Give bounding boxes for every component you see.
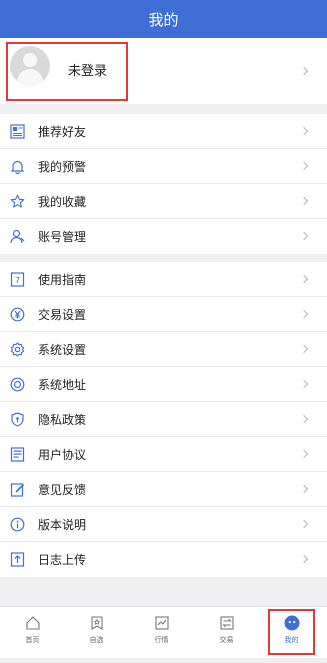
home-icon bbox=[25, 615, 41, 631]
menu-label: 交易设置 bbox=[38, 307, 87, 322]
yen-icon bbox=[10, 307, 25, 322]
info-icon bbox=[10, 517, 25, 532]
avatar bbox=[10, 46, 50, 86]
tab-trade[interactable]: 交易 bbox=[194, 607, 259, 659]
chevron-right-icon bbox=[299, 66, 309, 76]
menu-label: 隐私政策 bbox=[38, 412, 87, 427]
page-title: 我的 bbox=[148, 10, 179, 29]
menu-item-system-address[interactable]: 系统地址 bbox=[0, 367, 327, 402]
tab-home[interactable]: 首页 bbox=[0, 607, 65, 659]
chevron-right-icon bbox=[299, 519, 309, 529]
chevron-right-icon bbox=[299, 414, 309, 424]
upload-icon bbox=[10, 552, 25, 567]
tab-market[interactable]: 行情 bbox=[129, 607, 194, 659]
svg-text:7: 7 bbox=[15, 276, 20, 285]
menu-item-feedback[interactable]: 意见反馈 bbox=[0, 472, 327, 507]
chevron-right-icon bbox=[299, 274, 309, 284]
menu-label: 版本说明 bbox=[38, 517, 87, 532]
menu-label: 我的预警 bbox=[38, 159, 87, 174]
chart-icon bbox=[154, 615, 170, 631]
watchlist-icon bbox=[89, 615, 105, 631]
menu-label: 用户协议 bbox=[38, 447, 87, 462]
chevron-right-icon bbox=[299, 161, 309, 171]
menu-label: 推荐好友 bbox=[38, 124, 87, 139]
tab-watchlist[interactable]: 自选 bbox=[64, 607, 129, 659]
menu-item-trade-settings[interactable]: 交易设置 bbox=[0, 297, 327, 332]
menu-label: 意见反馈 bbox=[38, 482, 87, 497]
menu-item-log-upload[interactable]: 日志上传 bbox=[0, 542, 327, 577]
feedback-icon bbox=[10, 482, 25, 497]
menu-item-account-management[interactable]: 账号管理 bbox=[0, 219, 327, 254]
chevron-right-icon bbox=[299, 379, 309, 389]
menu-label: 我的收藏 bbox=[38, 194, 87, 209]
chevron-right-icon bbox=[299, 126, 309, 136]
tab-label: 行情 bbox=[154, 636, 169, 644]
chevron-right-icon bbox=[299, 309, 309, 319]
guide-icon: 7 bbox=[10, 271, 25, 287]
menu-item-my-favorites[interactable]: 我的收藏 bbox=[0, 184, 327, 219]
menu-item-my-alerts[interactable]: 我的预警 bbox=[0, 149, 327, 184]
login-status: 未登录 bbox=[68, 64, 108, 79]
chevron-right-icon bbox=[299, 554, 309, 564]
active-tab-highlight-box bbox=[268, 609, 315, 655]
recommend-icon bbox=[10, 123, 25, 139]
menu-group-2: 7 使用指南 交易设置 系统设置 系统地址 隐私政策 用户协议 意见反馈 版本说… bbox=[0, 262, 327, 577]
menu-item-recommend-friends[interactable]: 推荐好友 bbox=[0, 114, 327, 149]
star-icon bbox=[10, 194, 25, 209]
gear-icon bbox=[10, 341, 25, 357]
tab-label: 首页 bbox=[25, 636, 40, 644]
tab-label: 自选 bbox=[89, 636, 104, 644]
title-bar: 我的 bbox=[0, 0, 327, 38]
shield-icon bbox=[10, 411, 25, 427]
profile-row[interactable]: 未登录 bbox=[0, 38, 327, 104]
menu-group-1: 推荐好友 我的预警 我的收藏 账号管理 bbox=[0, 114, 327, 254]
chevron-right-icon bbox=[299, 449, 309, 459]
menu-label: 系统设置 bbox=[38, 342, 87, 357]
chevron-right-icon bbox=[299, 196, 309, 206]
tab-label: 交易 bbox=[219, 636, 234, 644]
menu-item-version-notes[interactable]: 版本说明 bbox=[0, 507, 327, 542]
chevron-right-icon bbox=[299, 344, 309, 354]
menu-item-user-guide[interactable]: 7 使用指南 bbox=[0, 262, 327, 297]
menu-item-privacy-policy[interactable]: 隐私政策 bbox=[0, 402, 327, 437]
chevron-right-icon bbox=[299, 231, 309, 241]
user-icon bbox=[10, 229, 25, 244]
target-icon bbox=[10, 377, 25, 392]
chevron-right-icon bbox=[299, 484, 309, 494]
agreement-icon bbox=[10, 446, 25, 462]
menu-label: 日志上传 bbox=[38, 553, 87, 567]
menu-label: 账号管理 bbox=[38, 230, 87, 244]
bell-icon bbox=[10, 159, 25, 174]
menu-item-user-agreement[interactable]: 用户协议 bbox=[0, 437, 327, 472]
menu-item-system-settings[interactable]: 系统设置 bbox=[0, 332, 327, 367]
menu-label: 系统地址 bbox=[38, 377, 87, 392]
bottom-safe-area bbox=[0, 658, 327, 663]
trade-icon bbox=[219, 615, 235, 631]
menu-label: 使用指南 bbox=[38, 272, 87, 287]
